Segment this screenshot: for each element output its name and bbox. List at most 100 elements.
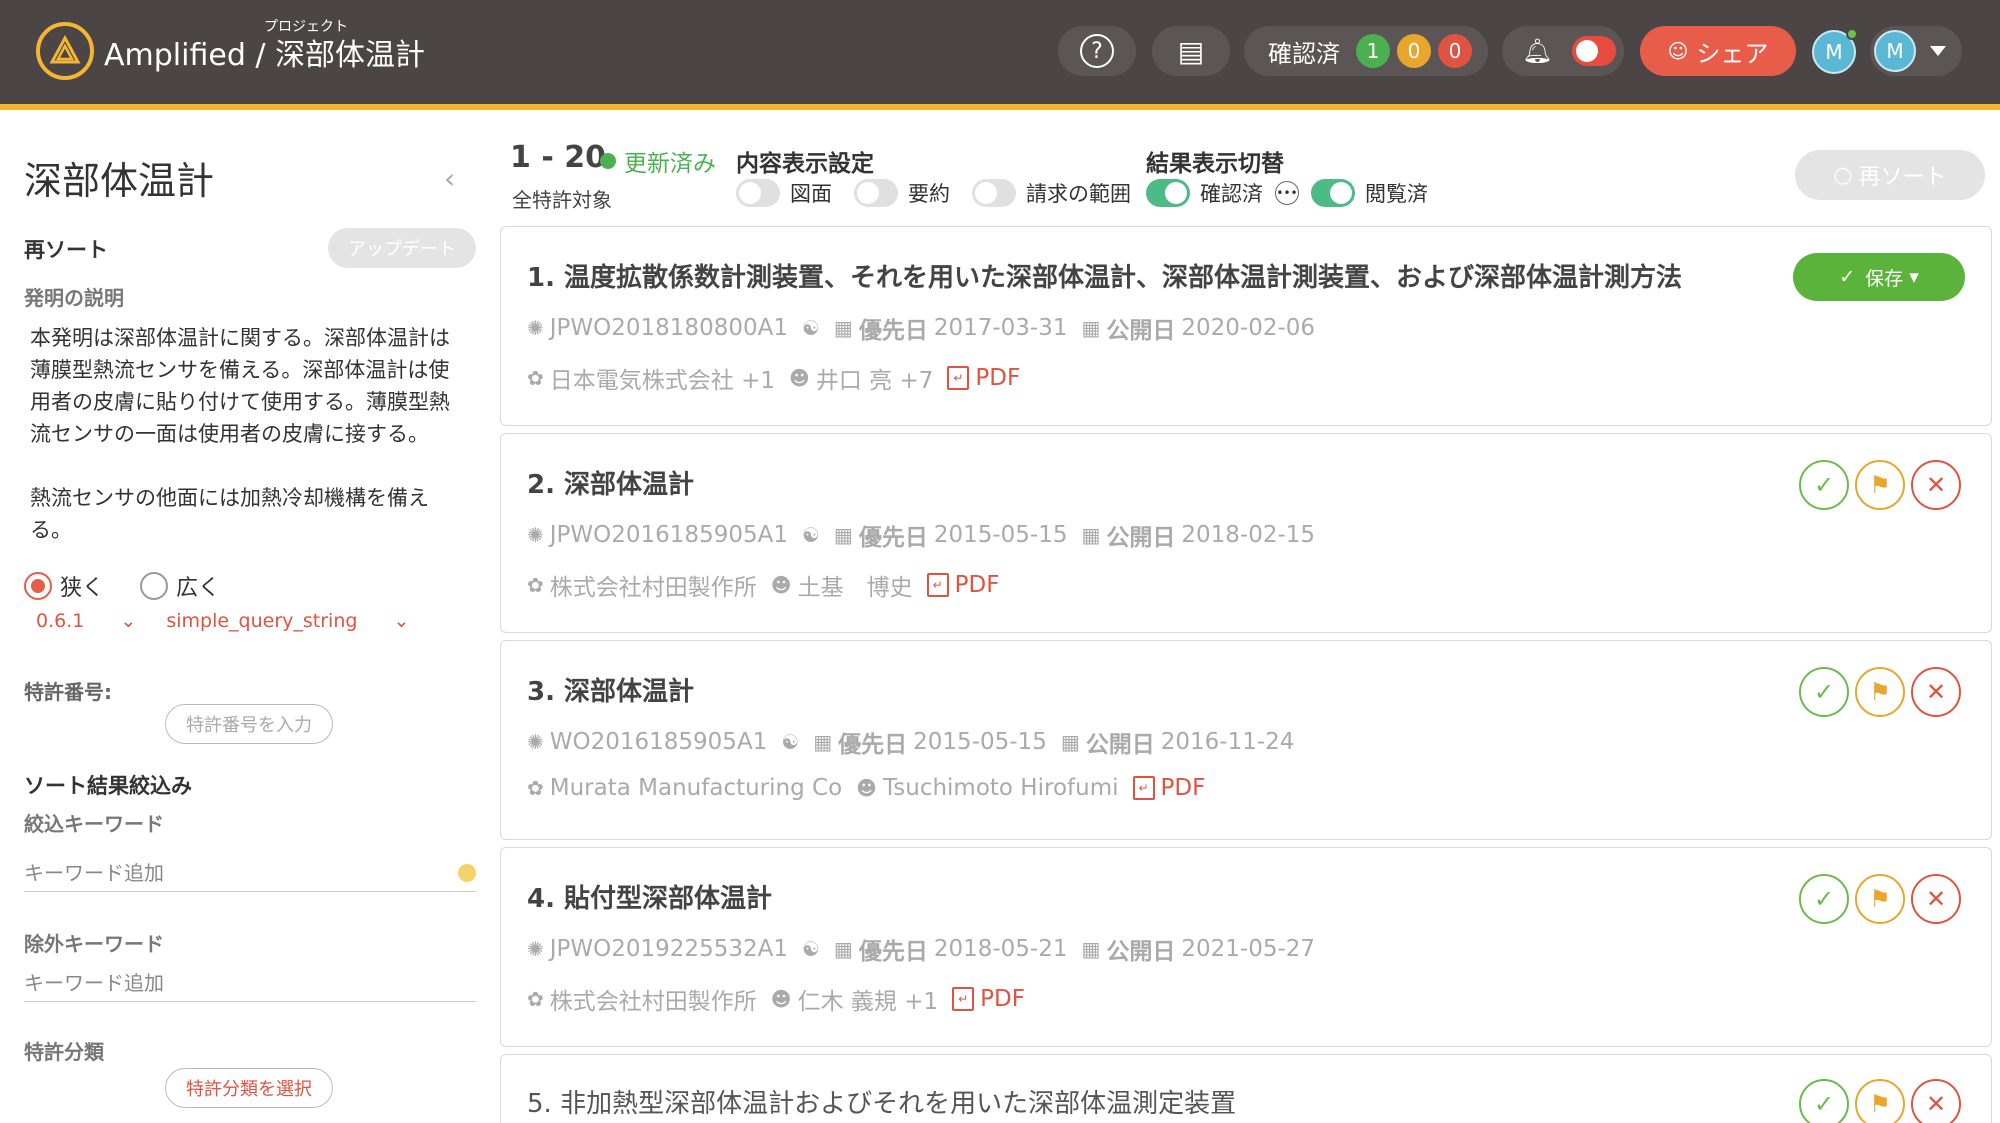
calendar-icon: ▦: [1081, 937, 1101, 961]
flag-icon[interactable]: ⚑: [1855, 874, 1905, 924]
pdf-link[interactable]: ↵ PDF: [947, 365, 1020, 391]
publication-label: 公開日: [1085, 732, 1155, 758]
flag-icon[interactable]: ⚑: [1855, 667, 1905, 717]
flag-icon[interactable]: ⚑: [1855, 460, 1905, 510]
result-card[interactable]: 4. 貼付型深部体温計 ✓ ⚑ ✕ ✺ JPWO2019225532A1 ☯ ▦…: [500, 847, 1992, 1047]
result-actions: ✓ ⚑ ✕: [1793, 667, 1961, 717]
pdf-link[interactable]: ↵ PDF: [1132, 775, 1205, 801]
result-card[interactable]: 5. 非加熱型深部体温計およびそれを用いた深部体温測定装置 ✓ ⚑ ✕: [500, 1054, 1992, 1123]
calendar-icon: ▦: [813, 730, 833, 754]
person-icon: ☻: [770, 573, 792, 597]
filter-heading: ソート結果絞込み: [24, 774, 192, 798]
user-avatar: M: [1874, 30, 1916, 72]
result-toggles: 確認済 ••• 閲覧済: [1146, 178, 1428, 208]
description-label: 発明の説明: [24, 286, 124, 310]
patent-number[interactable]: JPWO2016185905A1: [550, 522, 788, 548]
exclude-keyword-input[interactable]: キーワード追加: [24, 962, 476, 1002]
resort-button[interactable]: ○ 再ソート: [1795, 150, 1985, 200]
drawings-label: 図面: [790, 182, 832, 206]
patent-number[interactable]: JPWO2019225532A1: [550, 936, 788, 962]
help-button[interactable]: ?: [1058, 26, 1136, 76]
confirmed-count-badge: 1: [1356, 34, 1390, 68]
pdf-link[interactable]: ↵ PDF: [952, 986, 1025, 1012]
confirmed-status[interactable]: 確認済 1 0 0: [1244, 26, 1488, 76]
status-dot-icon: [600, 153, 616, 169]
save-button[interactable]: ✓ 保存 ▾: [1793, 253, 1965, 301]
patent-number[interactable]: WO2016185905A1: [550, 729, 768, 755]
family-icon[interactable]: ☯: [781, 730, 799, 754]
inventor: 井口 亮 +7: [815, 368, 934, 394]
bell-icon[interactable]: 🔔︎: [1522, 37, 1552, 65]
confirm-check-icon[interactable]: ✓: [1799, 1079, 1849, 1123]
help-icon: ?: [1080, 34, 1114, 68]
pdf-link[interactable]: ↵ PDF: [926, 572, 999, 598]
result-title[interactable]: 4. 貼付型深部体温計: [527, 878, 772, 915]
calendar-icon: ▦: [1060, 730, 1080, 754]
confirm-check-icon[interactable]: ✓: [1799, 667, 1849, 717]
result-title[interactable]: 3. 深部体温計: [527, 671, 694, 708]
invention-description[interactable]: 本発明は深部体温計に関する。深部体温計は薄膜型熱流センサを備える。深部体温計は使…: [30, 322, 470, 546]
applicant-icon: ✿: [527, 573, 544, 597]
query-type-select[interactable]: simple_query_string ⌄: [166, 610, 409, 632]
classification-button[interactable]: 特許分類を選択: [165, 1068, 333, 1108]
collapse-sidebar-icon[interactable]: ‹: [444, 162, 455, 195]
result-card[interactable]: 1. 温度拡散係数計測装置、それを用いた深部体温計、深部体温計測装置、および深部…: [500, 226, 1992, 426]
check-icon: ✓: [1839, 266, 1856, 288]
drawings-toggle[interactable]: [736, 179, 780, 207]
updated-status: 更新済み: [600, 144, 716, 178]
user-menu[interactable]: M: [1870, 26, 1962, 76]
exclude-keyword-label: 除外キーワード: [24, 932, 164, 956]
scope-radio-group: 狭く 広く: [24, 570, 220, 602]
person-icon: ☻: [788, 366, 810, 390]
version-select[interactable]: 0.6.1 ⌄: [36, 610, 136, 632]
badge-icon: ✺: [527, 316, 544, 340]
family-icon[interactable]: ☯: [802, 523, 820, 547]
reject-close-icon[interactable]: ✕: [1911, 1079, 1961, 1123]
share-button[interactable]: ☺ シェア: [1640, 26, 1796, 76]
reject-close-icon[interactable]: ✕: [1911, 667, 1961, 717]
publication-date: 2020-02-06: [1181, 315, 1316, 341]
pdf-icon: ↵: [952, 987, 975, 1011]
abstract-label: 要約: [908, 182, 950, 206]
abstract-toggle[interactable]: [854, 179, 898, 207]
confirm-check-icon[interactable]: ✓: [1799, 460, 1849, 510]
viewed-toggle[interactable]: [1311, 179, 1355, 207]
result-card[interactable]: 2. 深部体温計 ✓ ⚑ ✕ ✺ JPWO2016185905A1 ☯ ▦ 優先…: [500, 433, 1992, 633]
confirm-check-icon[interactable]: ✓: [1799, 874, 1849, 924]
result-actions: ✓ ⚑ ✕: [1793, 460, 1961, 510]
update-button[interactable]: アップデート: [328, 228, 476, 268]
classification-label: 特許分類: [24, 1040, 104, 1064]
claims-toggle[interactable]: [972, 179, 1016, 207]
sidebar: 深部体温計 ‹ 再ソート アップデート 発明の説明 本発明は深部体温計に関する。…: [0, 110, 490, 1123]
priority-label: 優先日: [858, 318, 928, 344]
result-title[interactable]: 5. 非加熱型深部体温計およびそれを用いた深部体温測定装置: [527, 1083, 1236, 1120]
family-icon[interactable]: ☯: [802, 316, 820, 340]
filter-keyword-input[interactable]: キーワード追加: [24, 852, 476, 892]
flag-icon[interactable]: ⚑: [1855, 1079, 1905, 1123]
wide-radio[interactable]: [140, 572, 169, 600]
family-icon[interactable]: ☯: [802, 937, 820, 961]
app-name[interactable]: Amplified: [104, 38, 246, 73]
applicant: 株式会社村田製作所: [549, 575, 757, 601]
share-label: シェア: [1696, 39, 1769, 68]
comments-button[interactable]: ▤: [1152, 26, 1230, 76]
reject-close-icon[interactable]: ✕: [1911, 874, 1961, 924]
reject-close-icon[interactable]: ✕: [1911, 460, 1961, 510]
result-title[interactable]: 2. 深部体温計: [527, 464, 694, 501]
priority-label: 優先日: [858, 939, 928, 965]
status-dot-icon: [458, 864, 476, 882]
patent-number[interactable]: JPWO2018180800A1: [550, 315, 788, 341]
amplified-logo-icon[interactable]: [36, 22, 94, 80]
refresh-icon: ○: [1833, 162, 1853, 188]
result-card[interactable]: 3. 深部体温計 ✓ ⚑ ✕ ✺ WO2016185905A1 ☯ ▦ 優先日 …: [500, 640, 1992, 840]
result-title[interactable]: 1. 温度拡散係数計測装置、それを用いた深部体温計、深部体温計測装置、および深部…: [527, 257, 1682, 294]
narrow-radio[interactable]: [24, 572, 52, 600]
more-options-icon[interactable]: •••: [1275, 181, 1299, 205]
collaborator-avatar[interactable]: M: [1812, 28, 1858, 74]
confirmed-toggle[interactable]: [1146, 179, 1190, 207]
record-toggle[interactable]: [1572, 36, 1617, 66]
chevron-down-icon: ▾: [1909, 266, 1919, 288]
patent-number-button[interactable]: 特許番号を入力: [165, 704, 333, 744]
result-meta-row: ✺ JPWO2018180800A1 ☯ ▦ 優先日 2017-03-31 ▦ …: [527, 311, 1315, 345]
badge-icon: ✺: [527, 730, 544, 754]
